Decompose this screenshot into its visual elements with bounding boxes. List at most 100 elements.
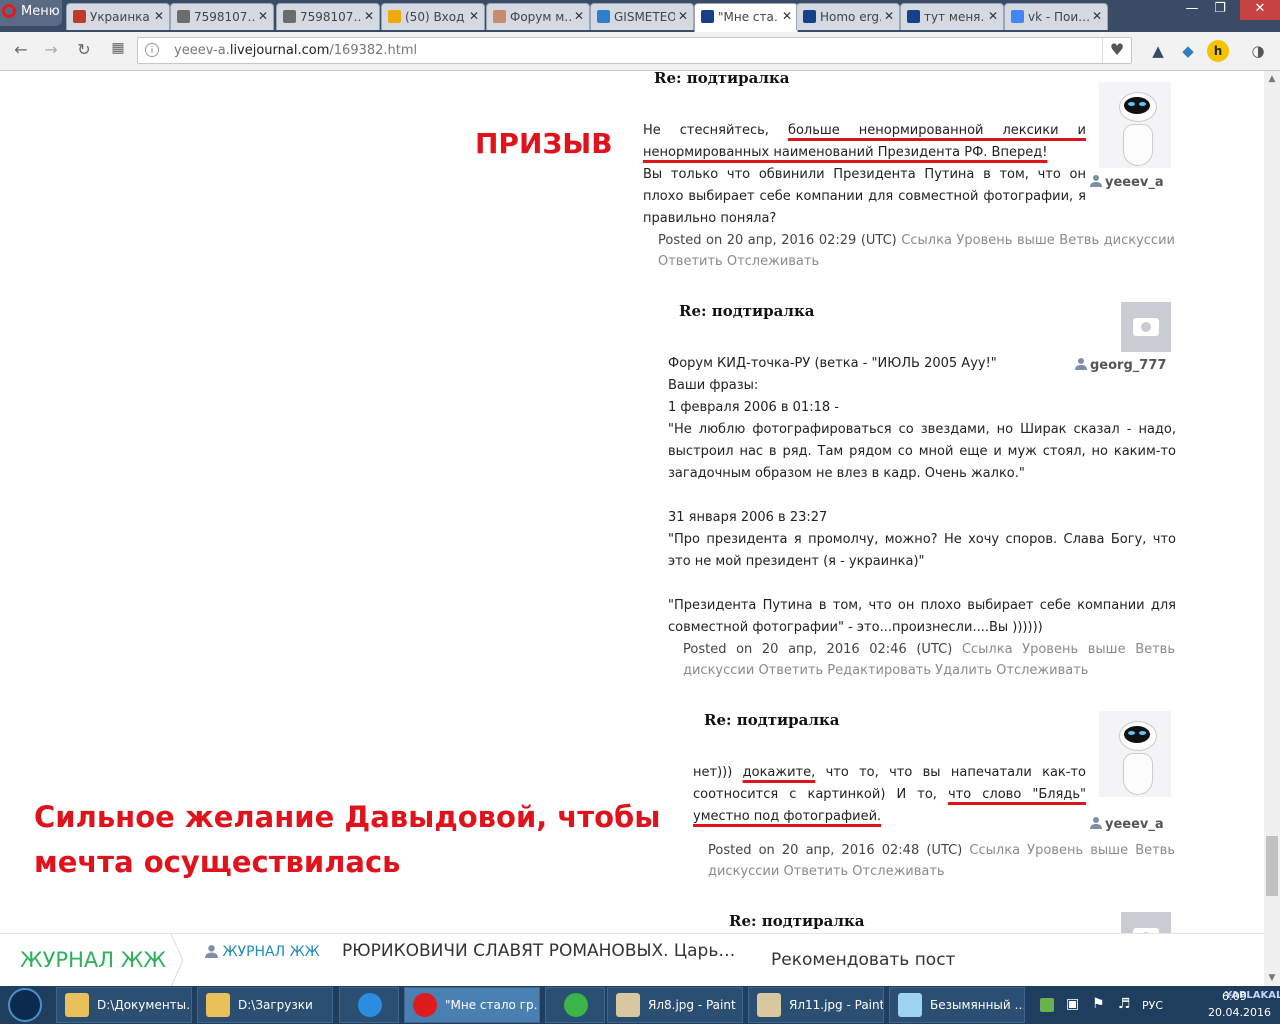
comment-2-title: Re: подтиралка	[679, 302, 815, 320]
shield-extension-icon[interactable]: ◆	[1177, 40, 1199, 62]
browser-tab[interactable]: тут меня…✕	[900, 3, 1004, 30]
browser-tab[interactable]: 7598107… ✕	[276, 3, 380, 30]
taskbar-item-label: Безымянный …	[930, 998, 1025, 1012]
recommend-post-button[interactable]: Рекомендовать пост	[771, 950, 955, 970]
browser-tab[interactable]: "Мне ста…✕	[694, 3, 798, 32]
taskbar-item[interactable]: D:\Документы…	[56, 987, 192, 1023]
paint-icon	[616, 993, 640, 1017]
taskbar-item[interactable]	[339, 987, 399, 1023]
folder-icon	[206, 993, 230, 1017]
url-text: yeeev-a.livejournal.com/169382.html	[174, 43, 418, 58]
comment-2-line3: 1 февраля 2006 в 01:18 -	[668, 400, 839, 415]
tab-title: 7598107…	[194, 10, 255, 24]
forward-arrow-icon[interactable]: →	[39, 40, 63, 59]
tab-close-icon[interactable]: ✕	[258, 9, 268, 23]
user-icon	[1090, 817, 1102, 829]
tab-favicon-icon	[388, 10, 401, 23]
vertical-scrollbar[interactable]: ▲ ▼	[1264, 71, 1280, 986]
comment-1-username[interactable]: yeeev_a	[1090, 174, 1164, 190]
chevron-separator-icon	[170, 934, 184, 987]
taskbar-item[interactable]: Безымянный …	[889, 987, 1025, 1023]
start-button[interactable]	[8, 988, 42, 1022]
tab-favicon-icon	[283, 10, 296, 23]
clock-time[interactable]: 6:09	[1222, 990, 1247, 1003]
user-icon	[1090, 175, 1102, 187]
avatar[interactable]	[1099, 82, 1171, 168]
back-arrow-icon[interactable]: ←	[9, 40, 33, 59]
call-annotation: ПРИЗЫВ	[475, 127, 613, 160]
browser-tab[interactable]: 7598107… ✕	[170, 3, 274, 30]
ie-icon	[358, 993, 382, 1017]
taskbar-item[interactable]: Ял8.jpg - Paint	[607, 987, 743, 1023]
taskbar-item-label: Ял11.jpg - Paint	[789, 998, 884, 1012]
tab-close-icon[interactable]: ✕	[574, 9, 584, 23]
taskbar-item[interactable]: "Мне стало гр…	[404, 987, 540, 1023]
downloads-icon[interactable]: ◑	[1247, 40, 1269, 62]
comment-1-text-p2: Вы только что обвинили Президента Путина…	[643, 167, 1086, 226]
browser-menu-button[interactable]: Меню	[0, 0, 62, 26]
comment-2-text: Форум КИД-точка-РУ (ветка - "ИЮЛЬ 2005 А…	[668, 353, 1176, 639]
comment-4-title: Re: подтиралка	[729, 912, 865, 930]
browser-tab[interactable]: (50) Вход ✕	[381, 3, 485, 30]
scrollbar-thumb[interactable]	[1266, 836, 1278, 896]
vpn-extension-icon[interactable]: ▲	[1147, 40, 1169, 62]
comment-2-line5: 31 января 2006 в 23:27	[668, 510, 828, 525]
clock-date[interactable]: 20.04.2016	[1208, 1006, 1271, 1019]
tab-close-icon[interactable]: ✕	[364, 9, 374, 23]
comment-3-meta: Posted on 20 апр, 2016 02:48 (UTC) Ссылк…	[708, 840, 1175, 882]
tab-close-icon[interactable]: ✕	[154, 9, 164, 23]
taskbar-item[interactable]: D:\Загрузки	[197, 987, 333, 1023]
comment-2-meta: Posted on 20 апр, 2016 02:46 (UTC) Ссылк…	[683, 639, 1175, 681]
site-info-icon[interactable]: i	[145, 43, 159, 57]
tab-close-icon[interactable]: ✕	[884, 9, 894, 23]
camera-icon	[1133, 318, 1159, 336]
taskbar-item[interactable]	[545, 987, 605, 1023]
avatar[interactable]	[1121, 912, 1171, 933]
browser-tab[interactable]: Украинка ✕	[66, 3, 170, 30]
avatar[interactable]	[1099, 711, 1171, 797]
tab-close-icon[interactable]: ✕	[782, 9, 792, 23]
comment-1-text: Не стесняйтесь, больше ненормированной л…	[643, 120, 1086, 230]
minimize-button[interactable]: —	[1178, 0, 1206, 20]
flag-tray-icon[interactable]: ⚑	[1092, 996, 1105, 1012]
browser-tab[interactable]: Homo erg…✕	[796, 3, 900, 30]
opera-icon	[413, 993, 437, 1017]
tab-close-icon[interactable]: ✕	[988, 9, 998, 23]
comment-2-line4: "Не люблю фотографироваться со звездами,…	[668, 422, 1176, 481]
network-tray-icon[interactable]: ▣	[1066, 996, 1079, 1012]
tab-close-icon[interactable]: ✕	[469, 9, 479, 23]
tab-close-icon[interactable]: ✕	[1092, 9, 1102, 23]
close-window-button[interactable]: ✕	[1240, 0, 1280, 20]
speed-dial-grid-icon[interactable]: ▦	[106, 40, 130, 56]
comment-2-posted: Posted on 20 апр, 2016 02:46 (UTC)	[683, 642, 953, 657]
honey-extension-icon[interactable]: h	[1207, 40, 1229, 62]
nvidia-tray-icon[interactable]	[1040, 998, 1054, 1012]
browser-tab[interactable]: Форум м… ✕	[486, 3, 590, 30]
wish-annotation-line2: мечта осуществилась	[34, 845, 401, 879]
volume-tray-icon[interactable]: ♬	[1118, 996, 1131, 1012]
taskbar-item-label: Ял8.jpg - Paint	[648, 998, 736, 1012]
browser-tab[interactable]: vk - Пои… ✕	[1004, 3, 1108, 30]
tab-close-icon[interactable]: ✕	[678, 9, 688, 23]
language-indicator[interactable]: РУС	[1142, 999, 1163, 1012]
lj-brand[interactable]: ЖУРНАЛ ЖЖ	[20, 948, 166, 972]
scroll-up-arrow-icon[interactable]: ▲	[1264, 71, 1280, 87]
bookmark-heart-icon[interactable]: ♥	[1102, 38, 1131, 63]
browser-tab[interactable]: GISMETEO ✕	[590, 3, 694, 30]
comment-3-username[interactable]: yeeev_a	[1090, 816, 1164, 832]
comment-3-text-b: докажите,	[742, 765, 816, 780]
maximize-button[interactable]: ❐	[1206, 0, 1234, 20]
address-bar[interactable]: i yeeev-a.livejournal.com/169382.html ♥	[137, 37, 1132, 64]
taskbar-item[interactable]: Ял11.jpg - Paint	[748, 987, 884, 1023]
taskbar-item-label: D:\Загрузки	[238, 998, 313, 1012]
reload-icon[interactable]: ↻	[72, 40, 96, 59]
tab-title: vk - Пои…	[1028, 10, 1089, 24]
scroll-down-arrow-icon[interactable]: ▼	[1264, 970, 1280, 986]
tab-title: 7598107…	[300, 10, 361, 24]
paint-icon	[757, 993, 781, 1017]
avatar[interactable]	[1121, 302, 1171, 352]
livejournal-bottom-bar: ЖУРНАЛ ЖЖ ЖУРНАЛ ЖЖ РЮРИКОВИЧИ СЛАВЯТ РО…	[0, 933, 1264, 987]
lj-author-link[interactable]: ЖУРНАЛ ЖЖ	[205, 944, 320, 960]
lj-promo-headline[interactable]: РЮРИКОВИЧИ СЛАВЯТ РОМАНОВЫХ. Царь…	[342, 941, 735, 961]
comment-2-line1: Форум КИД-точка-РУ (ветка - "ИЮЛЬ 2005 А…	[668, 356, 997, 371]
